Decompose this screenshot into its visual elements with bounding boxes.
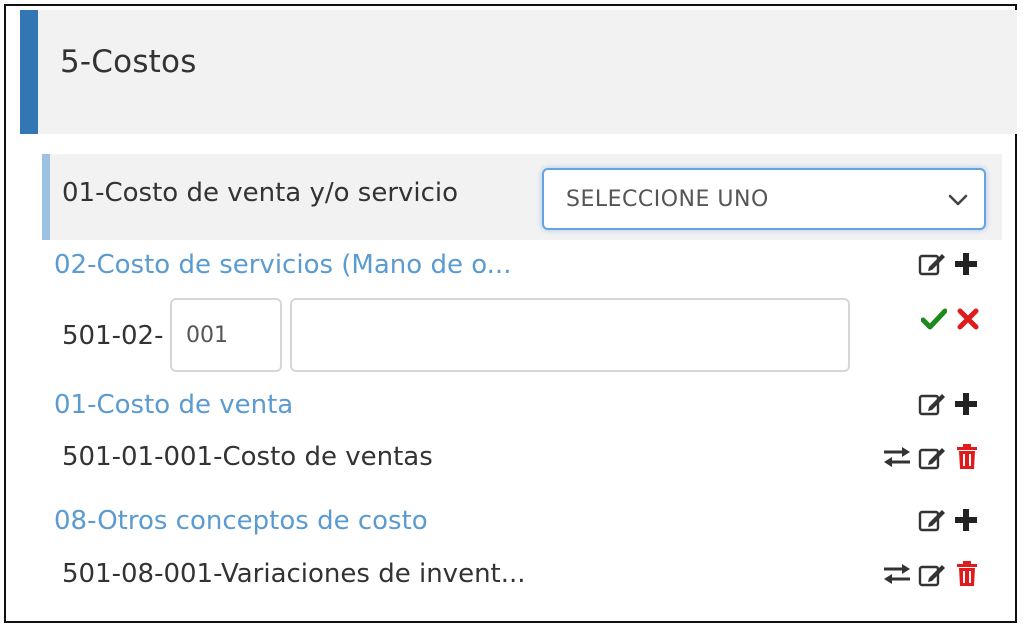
account-item: 501-08-001-Variaciones de invent... (62, 559, 526, 589)
check-icon[interactable] (920, 308, 948, 330)
group-label: 01-Costo de venta y/o servicio (62, 178, 459, 208)
edit-icon[interactable] (918, 563, 946, 587)
panel-header: 5-Costos (20, 10, 1017, 134)
transfer-icon[interactable] (882, 446, 912, 468)
trash-icon[interactable] (956, 561, 978, 587)
section-link-costo-venta[interactable]: 01-Costo de venta (54, 390, 293, 420)
panel-accent-bar (20, 10, 38, 134)
account-select[interactable]: SELECCIONE UNO (542, 168, 986, 230)
trash-icon[interactable] (956, 444, 978, 470)
select-value: SELECCIONE UNO (566, 187, 769, 212)
account-name-input[interactable] (290, 298, 850, 372)
new-account-prefix: 501-02- (62, 321, 164, 351)
edit-icon[interactable] (918, 508, 946, 532)
edit-icon[interactable] (918, 252, 946, 276)
panel-title: 5-Costos (60, 44, 197, 80)
plus-icon[interactable] (954, 392, 978, 416)
costs-panel: 5-Costos 01-Costo de venta y/o servicio … (4, 4, 1017, 623)
plus-icon[interactable] (954, 252, 978, 276)
transfer-icon[interactable] (882, 563, 912, 585)
close-icon[interactable] (957, 308, 979, 330)
section-link-otros-conceptos[interactable]: 08-Otros conceptos de costo (54, 506, 428, 536)
chevron-down-icon (948, 192, 968, 211)
edit-icon[interactable] (918, 392, 946, 416)
account-item: 501-01-001-Costo de ventas (62, 442, 433, 472)
account-code-input[interactable] (170, 298, 282, 372)
group-accent-bar (42, 154, 50, 240)
plus-icon[interactable] (954, 508, 978, 532)
edit-icon[interactable] (918, 446, 946, 470)
group-row: 01-Costo de venta y/o servicio SELECCION… (42, 154, 1002, 240)
section-link-costo-servicios[interactable]: 02-Costo de servicios (Mano de o... (54, 250, 511, 280)
